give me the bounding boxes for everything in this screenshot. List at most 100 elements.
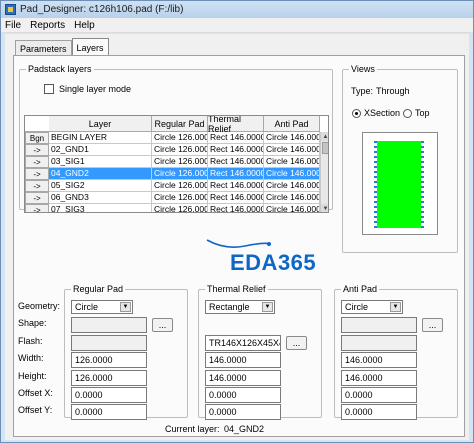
table-row[interactable]: -> 03_SIG1 Circle 126.0000 Rect 146.0000 Cir… [25,156,320,168]
menu-file[interactable]: File [5,20,21,31]
cell-regular[interactable]: Circle 126.0000 [152,192,208,204]
column-header-layer[interactable]: Layer [49,116,152,132]
cell-regular[interactable]: Circle 126.0000 [152,168,208,180]
anti-geometry-select[interactable]: Circle ▼ [341,300,403,314]
cell-regular[interactable]: Circle 126.0000 [152,132,208,144]
regular-height-input[interactable]: 126.0000 [71,370,147,386]
chevron-down-icon[interactable]: ▼ [120,302,131,312]
views-label: Views [351,64,375,74]
top-label: Top [415,108,430,118]
column-header-regular-pad[interactable]: Regular Pad [152,116,208,132]
chevron-down-icon[interactable]: ▼ [390,302,401,312]
cell-thermal[interactable]: Rect 146.0000 [208,132,264,144]
row-arrow-marker[interactable]: -> [25,144,49,156]
regular-geometry-select[interactable]: Circle ▼ [71,300,133,314]
regular-offset-x-input[interactable]: 0.0000 [71,387,147,403]
cell-layer[interactable]: 02_GND1 [49,144,152,156]
cell-thermal[interactable]: Rect 146.0000 [208,192,264,204]
cell-thermal[interactable]: Rect 146.0000 [208,204,264,212]
cell-layer[interactable]: 05_SIG2 [49,180,152,192]
cell-thermal[interactable]: Rect 146.0000 [208,180,264,192]
cell-layer[interactable]: 03_SIG1 [49,156,152,168]
menu-help[interactable]: Help [74,20,95,31]
cell-regular[interactable]: Circle 126.0000 [152,144,208,156]
anti-shape-field[interactable] [341,317,417,333]
regular-flash-field[interactable] [71,335,147,351]
anti-shape-browse-button[interactable]: ... [422,318,443,332]
row-arrow-marker[interactable]: -> [25,168,49,180]
cell-anti[interactable]: Circle 146.0000 [264,192,320,204]
cell-anti[interactable]: Circle 146.0000 [264,168,320,180]
row-arrow-marker[interactable]: -> [25,204,49,212]
menu-bar: File Reports Help [1,18,473,33]
anti-offset-x-input[interactable]: 0.0000 [341,387,417,403]
bgn-row-header[interactable]: Bgn [25,132,49,144]
thermal-offset-y-input[interactable]: 0.0000 [205,404,281,420]
pad-cross-section [377,141,421,228]
scroll-down-arrow-icon[interactable]: ▼ [321,204,328,212]
thermal-height-input[interactable]: 146.0000 [205,370,281,386]
cell-anti[interactable]: Circle 146.0000 [264,144,320,156]
cell-anti[interactable]: Circle 146.0000 [264,204,320,212]
row-arrow-marker[interactable]: -> [25,192,49,204]
cell-layer[interactable]: BEGIN LAYER [49,132,152,144]
table-row[interactable]: -> 04_GND2 Circle 126.0000 Rect 146.0000 Cir… [25,168,320,180]
regular-geometry-value: Circle [75,302,99,312]
table-row[interactable]: Bgn BEGIN LAYER Circle 126.0000 Rect 146.00… [25,132,320,144]
cell-regular[interactable]: Circle 126.0000 [152,180,208,192]
cell-anti[interactable]: Circle 146.0000 [264,156,320,168]
thermal-width-input[interactable]: 146.0000 [205,352,281,368]
cell-layer[interactable]: 04_GND2 [49,168,152,180]
single-layer-mode-checkbox[interactable] [44,84,54,94]
padstack-layers-table[interactable]: Layer Regular Pad Thermal Relief Anti Pa… [24,115,329,213]
cell-anti[interactable]: Circle 146.0000 [264,132,320,144]
anti-pad-group: Anti Pad Circle ▼ ... 146.0000 146.0000 0… [334,284,458,420]
column-header-anti-pad[interactable]: Anti Pad [264,116,320,132]
cell-regular[interactable]: Circle 126.0000 [152,156,208,168]
scroll-up-arrow-icon[interactable]: ▲ [321,132,328,141]
current-layer-value: 04_GND2 [224,424,265,434]
thermal-geometry-select[interactable]: Rectangle ▼ [205,300,275,314]
height-label: Height: [18,371,47,381]
table-row[interactable]: -> 02_GND1 Circle 126.0000 Rect 146.0000 Cir… [25,144,320,156]
xsection-radio[interactable] [352,109,361,118]
thermal-flash-input[interactable]: TR146X126X45X4 [205,335,281,351]
cell-thermal[interactable]: Rect 146.0000 [208,156,264,168]
title-bar[interactable]: Pad_Designer: c126h106.pad (F:/lib) [1,1,473,18]
regular-pad-label: Regular Pad [73,284,124,294]
cell-regular[interactable]: Circle 126.0000 [152,204,208,212]
cell-layer[interactable]: 06_GND3 [49,192,152,204]
flash-label: Flash: [18,336,43,346]
thermal-flash-browse-button[interactable]: ... [286,336,307,350]
thermal-relief-label: Thermal Relief [207,284,266,294]
cell-layer[interactable]: 07_SIG3 [49,204,152,212]
regular-width-input[interactable]: 126.0000 [71,352,147,368]
chevron-down-icon[interactable]: ▼ [262,302,273,312]
cell-thermal[interactable]: Rect 146.0000 [208,144,264,156]
padstack-layers-label: Padstack layers [28,64,92,74]
table-row[interactable]: -> 07_SIG3 Circle 126.0000 Rect 146.0000 Cir… [25,204,320,212]
thermal-offset-x-input[interactable]: 0.0000 [205,387,281,403]
regular-offset-y-input[interactable]: 0.0000 [71,404,147,420]
regular-shape-browse-button[interactable]: ... [152,318,173,332]
anti-offset-y-input[interactable]: 0.0000 [341,404,417,420]
anti-height-input[interactable]: 146.0000 [341,370,417,386]
table-row[interactable]: -> 06_GND3 Circle 126.0000 Rect 146.0000 Cir… [25,192,320,204]
cell-anti[interactable]: Circle 146.0000 [264,180,320,192]
offset-x-label: Offset X: [18,388,53,398]
table-row[interactable]: -> 05_SIG2 Circle 126.0000 Rect 146.0000 Cir… [25,180,320,192]
cell-thermal[interactable]: Rect 146.0000 [208,168,264,180]
anti-flash-field[interactable] [341,335,417,351]
regular-shape-field[interactable] [71,317,147,333]
table-scrollbar[interactable]: ▲ ▼ [320,132,328,212]
column-header-thermal-relief[interactable]: Thermal Relief [208,116,264,134]
tab-parameters[interactable]: Parameters [15,40,72,56]
scroll-thumb[interactable] [322,142,328,154]
row-arrow-marker[interactable]: -> [25,180,49,192]
tab-layers[interactable]: Layers [71,38,109,56]
anti-width-input[interactable]: 146.0000 [341,352,417,368]
thermal-relief-group: Thermal Relief Rectangle ▼ TR146X126X45X4… [198,284,322,420]
top-radio[interactable] [403,109,412,118]
row-arrow-marker[interactable]: -> [25,156,49,168]
menu-reports[interactable]: Reports [30,20,65,31]
